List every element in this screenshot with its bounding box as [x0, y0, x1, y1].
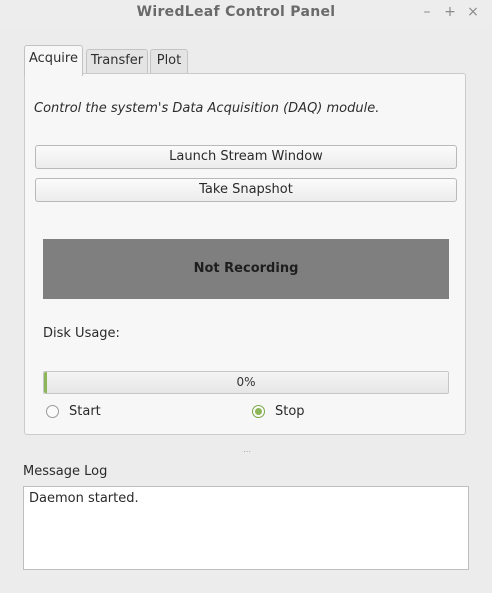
radio-stop-label: Stop	[275, 403, 305, 419]
radio-start-label: Start	[69, 403, 101, 419]
take-snapshot-button[interactable]: Take Snapshot	[35, 178, 457, 202]
title-bar: WiredLeaf Control Panel – + ×	[0, 0, 492, 28]
message-log-content: Daemon started.	[29, 491, 139, 506]
radio-start-indicator[interactable]	[46, 404, 59, 418]
panel-description: Control the system's Data Acquisition (D…	[34, 101, 380, 116]
recording-status-banner: Not Recording	[43, 239, 449, 299]
message-log-textarea[interactable]: Daemon started.	[23, 486, 469, 570]
message-log-label: Message Log	[23, 464, 108, 479]
radio-stop-indicator[interactable]	[252, 404, 265, 418]
tab-plot[interactable]: Plot	[150, 49, 188, 74]
minimize-icon[interactable]: –	[418, 3, 436, 21]
disk-usage-progress-bar: 0%	[43, 371, 449, 394]
radio-start[interactable]: Start	[46, 403, 101, 419]
tab-transfer[interactable]: Transfer	[86, 49, 148, 74]
maximize-icon[interactable]: +	[441, 3, 459, 21]
splitter-handle-icon[interactable]: ⋯	[243, 448, 251, 456]
close-icon[interactable]: ×	[464, 3, 482, 21]
launch-stream-window-button[interactable]: Launch Stream Window	[35, 145, 457, 169]
tab-acquire[interactable]: Acquire	[24, 45, 83, 76]
progress-text: 0%	[236, 375, 256, 389]
radio-stop[interactable]: Stop	[252, 403, 305, 419]
disk-usage-label: Disk Usage:	[43, 326, 120, 341]
